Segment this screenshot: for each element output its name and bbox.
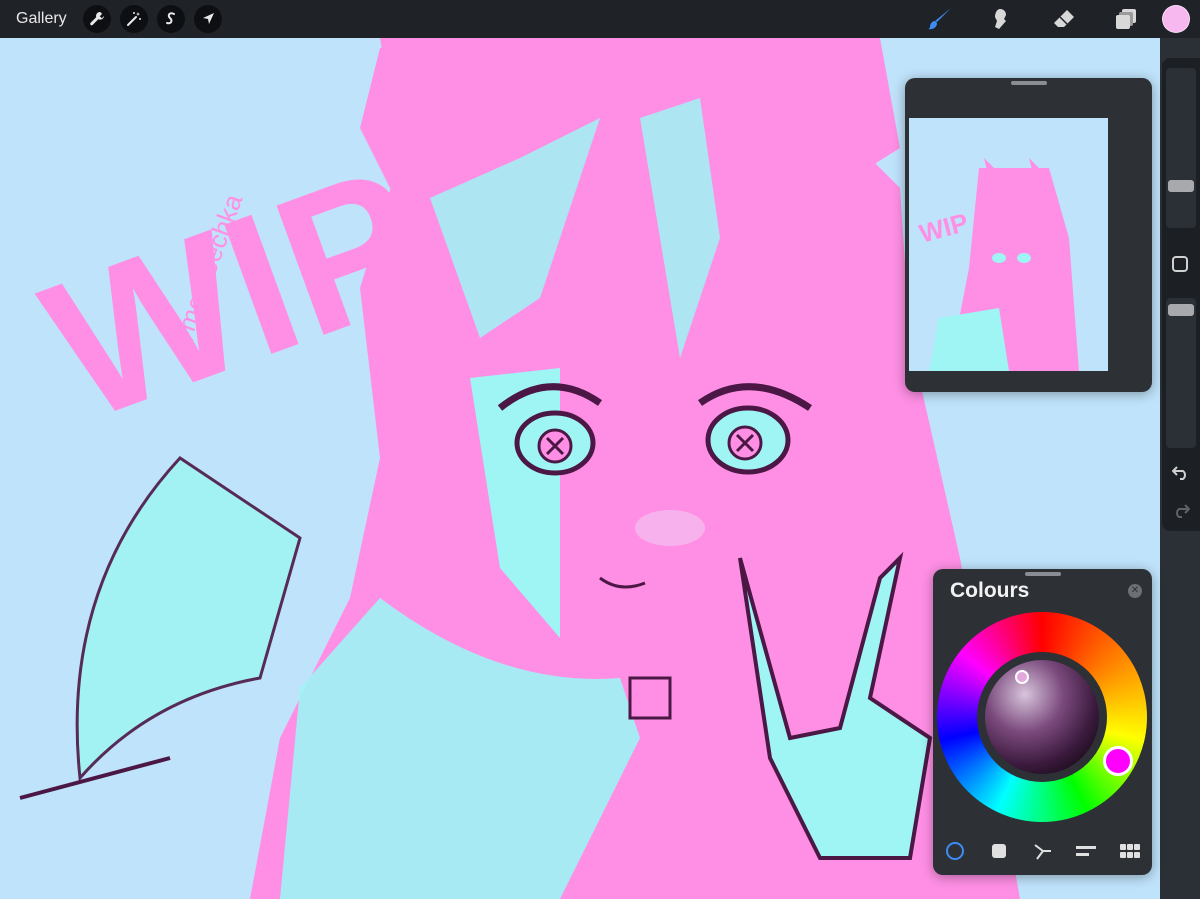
hue-picker[interactable]: [1103, 746, 1133, 776]
saturation-brightness-disc[interactable]: [985, 660, 1099, 774]
colours-close-button[interactable]: ✕: [1128, 584, 1142, 598]
adjustments-button[interactable]: [119, 5, 148, 33]
tab-harmony[interactable]: [1029, 837, 1057, 865]
brush-size-slider[interactable]: [1166, 68, 1196, 228]
reference-window[interactable]: WIP: [905, 78, 1152, 392]
top-toolbar: Gallery: [0, 0, 1200, 38]
redo-icon[interactable]: [1172, 502, 1190, 518]
undo-icon[interactable]: [1172, 464, 1190, 480]
transform-arrow-icon: [202, 13, 214, 24]
selection-button[interactable]: [156, 5, 185, 33]
brush-icon: [928, 8, 951, 30]
actions-button[interactable]: [82, 5, 111, 33]
reference-preview: WIP: [909, 118, 1108, 371]
selection-icon: [165, 12, 175, 25]
eraser-icon: [1054, 10, 1074, 27]
opacity-handle[interactable]: [1168, 304, 1194, 316]
tab-classic[interactable]: [985, 837, 1013, 865]
brush-size-handle[interactable]: [1168, 180, 1194, 192]
tab-palettes[interactable]: [1116, 837, 1144, 865]
wrench-icon: [89, 12, 104, 26]
layers-button[interactable]: [1106, 0, 1146, 38]
harmony-icon: [1033, 844, 1051, 860]
reference-grabber[interactable]: [1010, 81, 1047, 85]
opacity-slider[interactable]: [1166, 298, 1196, 448]
colour-disc-frame: [977, 652, 1107, 782]
disc-icon: [946, 842, 964, 860]
layers-icon: [1116, 9, 1136, 29]
colours-title: Colours: [950, 579, 1030, 602]
colours-tabs: [941, 835, 1144, 867]
eraser-button[interactable]: [1044, 0, 1084, 38]
right-tool-group: [898, 0, 1200, 38]
colours-grabber[interactable]: [1024, 572, 1061, 576]
saturation-picker[interactable]: [1015, 670, 1029, 684]
tab-value[interactable]: [1072, 837, 1100, 865]
smudge-icon: [995, 9, 1006, 29]
transform-button[interactable]: [193, 5, 222, 33]
classic-icon: [991, 844, 1006, 858]
brush-sidebar: [1162, 58, 1200, 531]
brush-button[interactable]: [920, 0, 960, 38]
magic-wand-icon: [126, 12, 141, 26]
colours-panel: Colours ✕: [933, 569, 1152, 875]
value-icon: [1076, 846, 1097, 856]
smudge-button[interactable]: [982, 0, 1022, 38]
modify-button[interactable]: [1172, 256, 1188, 272]
current-color-swatch[interactable]: [1162, 5, 1190, 33]
tab-disc[interactable]: [941, 837, 969, 865]
palettes-icon: [1120, 844, 1140, 858]
gallery-button[interactable]: Gallery: [16, 10, 67, 28]
colour-wheel[interactable]: [937, 612, 1147, 822]
